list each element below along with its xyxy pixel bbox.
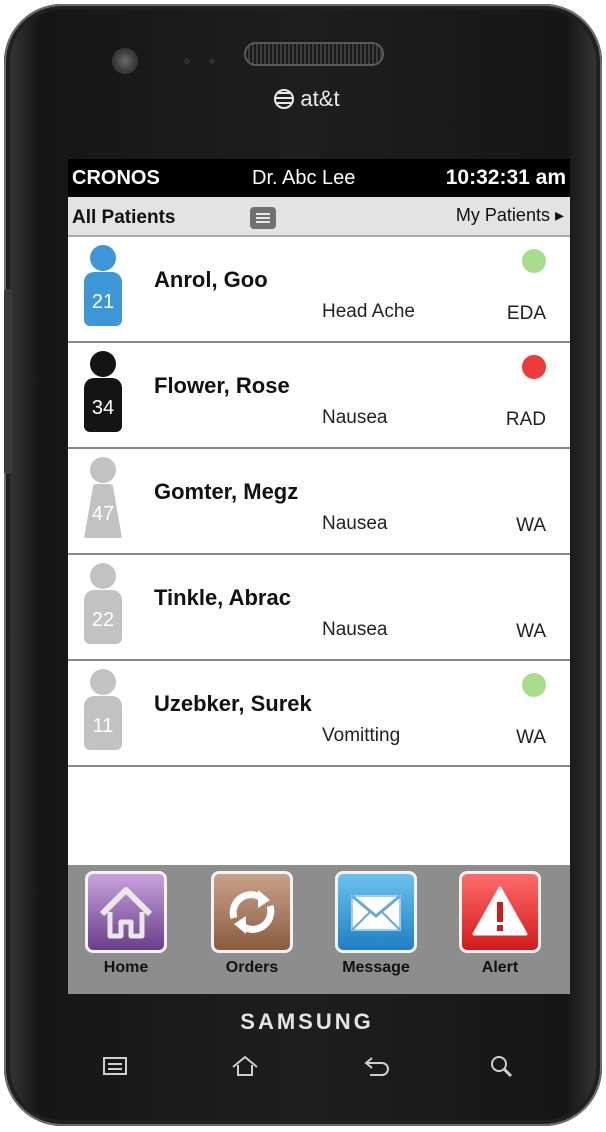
my-patients-link[interactable]: My Patients ▸ xyxy=(456,205,564,226)
warning-triangle-icon xyxy=(459,871,541,953)
patient-condition: Vomitting xyxy=(322,725,401,746)
brand-logo: SAMSUNG xyxy=(240,1009,374,1034)
patient-condition: Nausea xyxy=(322,619,388,640)
message-button[interactable]: Message xyxy=(330,871,422,977)
patient-number: 21 xyxy=(84,272,122,326)
patient-number: 47 xyxy=(84,484,122,538)
orders-button[interactable]: Orders xyxy=(206,871,298,977)
home-key-icon[interactable] xyxy=(230,1054,260,1083)
bottom-nav: Home Orders Message Alert xyxy=(68,865,570,994)
home-button[interactable]: Home xyxy=(80,871,172,977)
patient-condition: Nausea xyxy=(322,513,388,534)
patient-row[interactable]: 34 Flower, Rose Nausea RAD xyxy=(68,343,570,449)
proximity-sensor xyxy=(184,58,190,64)
earpiece-speaker xyxy=(244,42,384,66)
home-label: Home xyxy=(103,959,149,976)
patient-row[interactable]: 21 Anrol, Goo Head Ache EDA xyxy=(68,237,570,343)
back-key-icon[interactable] xyxy=(362,1054,392,1083)
patient-row[interactable]: 11 Uzebker, Surek Vomitting WA xyxy=(68,661,570,767)
patient-avatar-icon: 22 xyxy=(84,563,122,651)
patient-unit: RAD xyxy=(505,409,546,430)
status-indicator-icon xyxy=(522,673,546,697)
patient-condition: Nausea xyxy=(322,407,388,428)
light-sensor xyxy=(209,58,215,64)
patient-name: Tinkle, Abrac xyxy=(154,585,291,610)
menu-key-icon[interactable] xyxy=(102,1054,128,1083)
status-indicator-icon xyxy=(522,249,546,273)
patient-condition: Head Ache xyxy=(322,301,415,322)
patient-unit: WA xyxy=(516,515,546,536)
envelope-icon xyxy=(335,871,417,953)
clock: 10:32:31 am xyxy=(445,166,566,189)
all-patients-tab[interactable]: All Patients xyxy=(72,207,175,229)
patient-name: Uzebker, Surek xyxy=(154,691,312,716)
patient-name: Gomter, Megz xyxy=(154,479,299,504)
patient-row[interactable]: 47 Gomter, Megz Nausea WA xyxy=(68,449,570,555)
doctor-name: Dr. Abc Lee xyxy=(252,167,356,189)
patient-avatar-icon: 34 xyxy=(84,351,122,439)
att-globe-icon xyxy=(274,89,295,109)
patients-toolbar: All Patients My Patients ▸ xyxy=(68,197,570,237)
app-title: CRONOS xyxy=(72,167,160,189)
patient-unit: EDA xyxy=(506,303,546,324)
search-key-icon[interactable] xyxy=(488,1054,514,1083)
status-indicator-icon xyxy=(522,355,546,379)
patient-avatar-icon: 21 xyxy=(84,245,122,333)
patient-number: 22 xyxy=(84,590,122,644)
message-label: Message xyxy=(342,959,410,976)
refresh-arrows-icon xyxy=(211,871,293,953)
phone-frame: at&t CRONOS Dr. Abc Lee 10:32:31 am All … xyxy=(4,4,602,1126)
patient-unit: WA xyxy=(516,621,546,642)
patient-avatar-icon: 11 xyxy=(84,669,122,757)
carrier-label: at&t xyxy=(300,86,340,111)
alert-label: Alert xyxy=(481,959,519,976)
carrier-logo: at&t xyxy=(4,86,606,112)
front-camera xyxy=(112,48,138,74)
patient-unit: WA xyxy=(516,727,546,748)
house-icon xyxy=(85,871,167,953)
patient-number: 34 xyxy=(84,378,122,432)
app-screen: CRONOS Dr. Abc Lee 10:32:31 am All Patie… xyxy=(68,159,570,994)
patient-avatar-icon: 47 xyxy=(84,457,122,545)
patient-name: Flower, Rose xyxy=(154,373,290,398)
orders-label: Orders xyxy=(225,959,279,976)
app-status-bar: CRONOS Dr. Abc Lee 10:32:31 am xyxy=(68,159,570,197)
patient-row[interactable]: 22 Tinkle, Abrac Nausea WA xyxy=(68,555,570,661)
list-menu-icon[interactable] xyxy=(250,207,276,229)
alert-button[interactable]: Alert xyxy=(454,871,546,977)
patient-name: Anrol, Goo xyxy=(154,267,268,292)
patient-number: 11 xyxy=(84,696,122,750)
volume-button[interactable] xyxy=(4,289,12,474)
patient-list: 21 Anrol, Goo Head Ache EDA 34 Flower, R… xyxy=(68,237,570,767)
